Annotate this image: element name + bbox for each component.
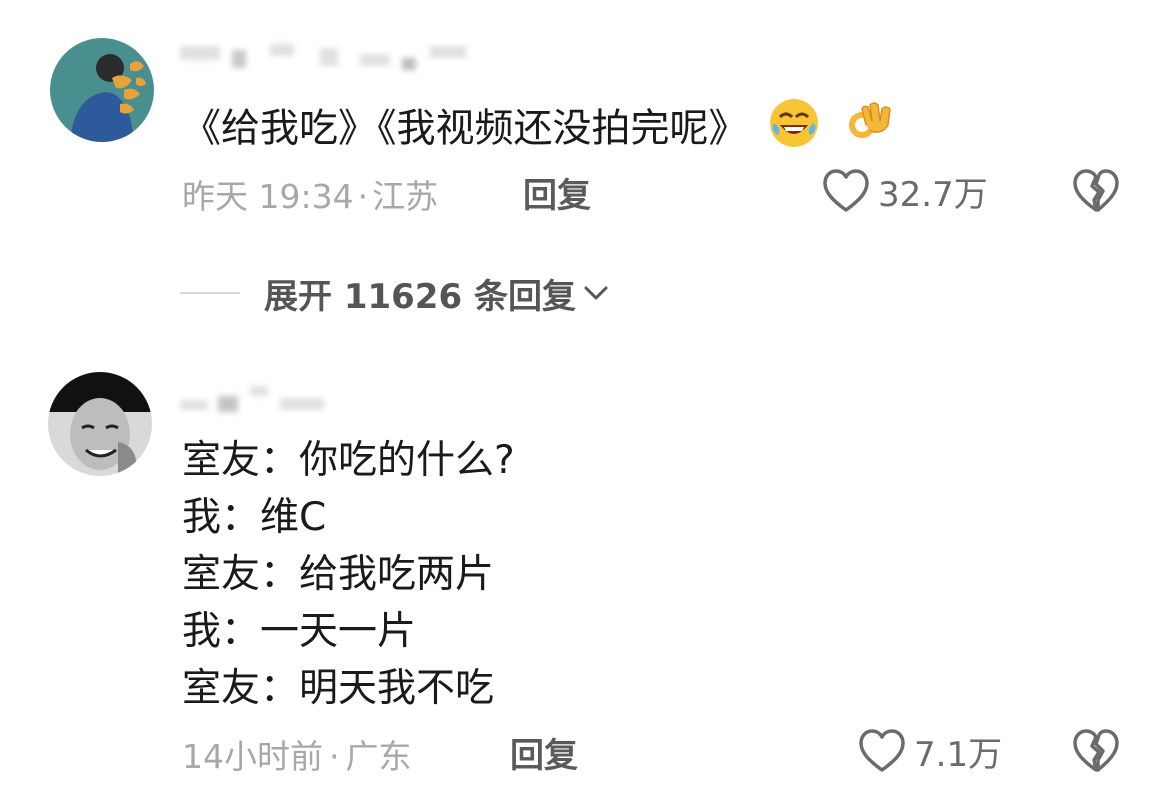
reply-button[interactable]: 回复 bbox=[510, 728, 578, 777]
comment-text-line: 室友：给我吃两片 bbox=[182, 552, 495, 597]
broken-heart-icon bbox=[1073, 169, 1119, 212]
avatar-image bbox=[48, 372, 152, 476]
comment-text: 《给我吃》《我视频还没拍完呢》 bbox=[182, 95, 896, 167]
comment-text-line: 我：一天一片 bbox=[182, 609, 417, 654]
divider bbox=[180, 292, 240, 294]
comment-1: 《给我吃》《我视频还没拍完呢》 昨天 19:34 · 江苏 回复 32.7万 bbox=[0, 0, 1169, 260]
comment-text-line: 我：维C bbox=[182, 495, 327, 540]
comment-text-line: 室友：明天我不吃 bbox=[182, 666, 495, 711]
comment-2: 室友：你吃的什么? 我：维C 室友：给我吃两片 我：一天一片 室友：明天我不吃 … bbox=[0, 360, 1169, 810]
username-blurred[interactable] bbox=[180, 382, 480, 412]
ok-hand-emoji bbox=[840, 95, 896, 167]
like-count: 32.7万 bbox=[878, 174, 988, 215]
comment-text-line: 室友：你吃的什么? bbox=[182, 438, 515, 483]
dislike-button[interactable] bbox=[1072, 168, 1120, 216]
comment-meta: 14小时前 · 广东 bbox=[182, 730, 412, 778]
meta-separator: · bbox=[357, 177, 369, 216]
reply-button[interactable]: 回复 bbox=[523, 168, 591, 217]
dislike-button[interactable] bbox=[1072, 728, 1120, 776]
like-button[interactable]: 32.7万 bbox=[822, 166, 988, 216]
avatar[interactable] bbox=[48, 372, 152, 476]
meta-separator: · bbox=[329, 737, 340, 776]
avatar-image bbox=[50, 38, 154, 142]
like-count: 7.1万 bbox=[914, 734, 1003, 775]
comment-text-line: 《给我吃》《我视频还没拍完呢》 bbox=[182, 106, 748, 152]
broken-heart-icon bbox=[1073, 729, 1119, 772]
comment-location: 广东 bbox=[345, 737, 412, 776]
heart-icon bbox=[823, 169, 869, 212]
expand-replies[interactable]: 展开 11626 条回复 bbox=[180, 268, 612, 318]
comment-meta: 昨天 19:34 · 江苏 bbox=[182, 170, 438, 218]
rolling-laughing-emoji bbox=[766, 95, 822, 167]
avatar[interactable] bbox=[50, 38, 154, 142]
comment-text: 室友：你吃的什么? 我：维C 室友：给我吃两片 我：一天一片 室友：明天我不吃 bbox=[182, 432, 515, 717]
like-button[interactable]: 7.1万 bbox=[858, 726, 1002, 776]
comment-time: 14小时前 bbox=[182, 737, 323, 776]
heart-icon bbox=[859, 729, 905, 772]
comment-time: 昨天 19:34 bbox=[182, 177, 354, 216]
expand-replies-label: 展开 11626 条回复 bbox=[264, 276, 576, 317]
chevron-down-icon bbox=[584, 286, 608, 300]
username-blurred[interactable] bbox=[180, 40, 480, 70]
comment-location: 江苏 bbox=[372, 177, 439, 216]
